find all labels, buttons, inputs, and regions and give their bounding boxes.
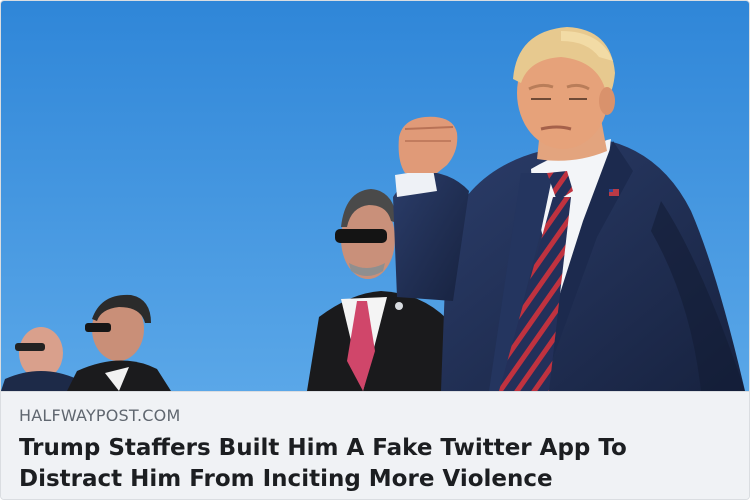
article-headline[interactable]: Trump Staffers Built Him A Fake Twitter … — [19, 433, 731, 495]
link-preview-meta[interactable]: HALFWAYPOST.COM Trump Staffers Built Him… — [1, 391, 749, 499]
source-domain: HALFWAYPOST.COM — [19, 406, 181, 425]
link-preview-card[interactable]: HALFWAYPOST.COM Trump Staffers Built Him… — [0, 0, 750, 500]
preview-photo[interactable] — [1, 1, 749, 391]
